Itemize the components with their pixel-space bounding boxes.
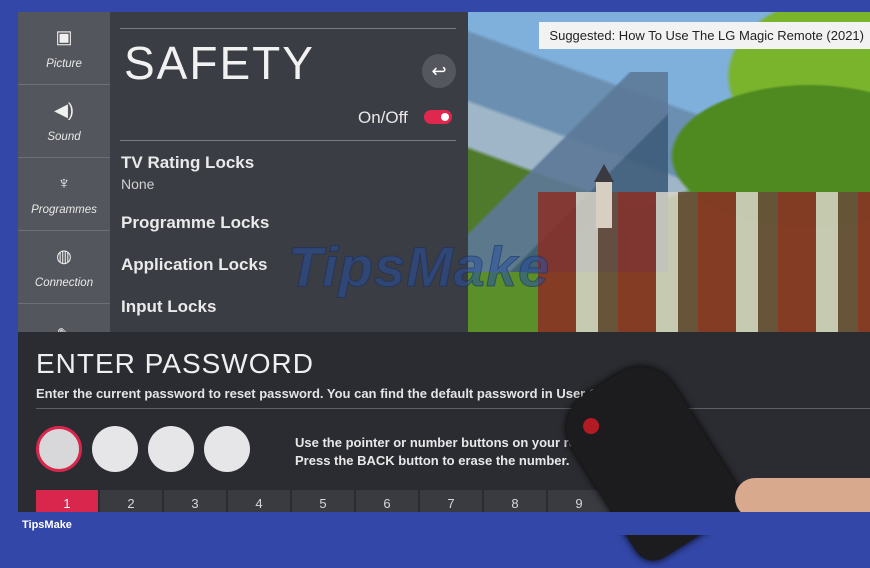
password-digit-1[interactable]: [36, 426, 82, 472]
toggle-label: On/Off: [358, 108, 408, 127]
divider: [36, 408, 870, 409]
nav-label: Sound: [47, 130, 81, 143]
picture-icon: ▣: [55, 26, 73, 47]
password-digit-4[interactable]: [204, 426, 250, 472]
key-6[interactable]: 6: [356, 490, 418, 512]
divider: [120, 28, 456, 29]
watermark-logo: TipsMake: [287, 235, 551, 299]
safety-toggle[interactable]: [424, 110, 452, 124]
key-5[interactable]: 5: [292, 490, 354, 512]
nav-item-connection[interactable]: ◍ Connection: [18, 231, 110, 304]
village-image: [538, 192, 870, 332]
tv-screen: Suggested: How To Use The LG Magic Remot…: [18, 12, 870, 512]
back-arrow-icon: ↩: [431, 60, 447, 81]
back-button[interactable]: ↩: [422, 54, 456, 88]
key-2[interactable]: 2: [100, 490, 162, 512]
hint-line: Press the BACK button to erase the numbe…: [295, 453, 570, 468]
nav-item-picture[interactable]: ▣ Picture: [18, 12, 110, 85]
password-hint: Use the pointer or number buttons on you…: [295, 434, 588, 470]
nav-label: Picture: [46, 57, 82, 70]
suggested-video-banner[interactable]: Suggested: How To Use The LG Magic Remot…: [539, 22, 870, 49]
menu-item-tv-rating-locks[interactable]: TV Rating Locks: [121, 153, 254, 173]
sound-icon: ◀): [54, 99, 74, 120]
menu-item-application-locks[interactable]: Application Locks: [121, 255, 267, 275]
key-7[interactable]: 7: [420, 490, 482, 512]
menu-item-input-locks[interactable]: Input Locks: [121, 297, 216, 317]
nav-item-sound[interactable]: ◀) Sound: [18, 85, 110, 158]
brand-label: TipsMake: [22, 519, 72, 531]
password-digits: [36, 426, 250, 472]
nav-item-programmes[interactable]: ♆ Programmes: [18, 158, 110, 231]
menu-item-programme-locks[interactable]: Programme Locks: [121, 213, 269, 233]
church-tower-image: [594, 164, 614, 228]
password-digit-3[interactable]: [148, 426, 194, 472]
nav-label: Connection: [34, 276, 94, 289]
dialog-title: ENTER PASSWORD: [36, 348, 314, 379]
number-keypad: 1 2 3 4 5 6 7 8 9: [36, 490, 610, 512]
page-title: SAFETY: [124, 37, 315, 89]
key-4[interactable]: 4: [228, 490, 290, 512]
divider: [120, 140, 456, 141]
connection-icon: ◍: [56, 245, 72, 266]
password-digit-2[interactable]: [92, 426, 138, 472]
key-3[interactable]: 3: [164, 490, 226, 512]
dialog-description: Enter the current password to reset pass…: [36, 386, 599, 401]
footer-bar: [0, 512, 870, 535]
nav-label: Programmes: [31, 203, 97, 216]
menu-item-value: None: [121, 176, 155, 192]
hint-line: Use the pointer or number buttons on you…: [295, 435, 588, 450]
satellite-icon: ♆: [57, 172, 71, 193]
settings-nav: ▣ Picture ◀) Sound ♆ Programmes ◍ Connec…: [18, 12, 110, 345]
power-button-icon: [580, 415, 603, 438]
key-1[interactable]: 1: [36, 490, 98, 512]
key-8[interactable]: 8: [484, 490, 546, 512]
